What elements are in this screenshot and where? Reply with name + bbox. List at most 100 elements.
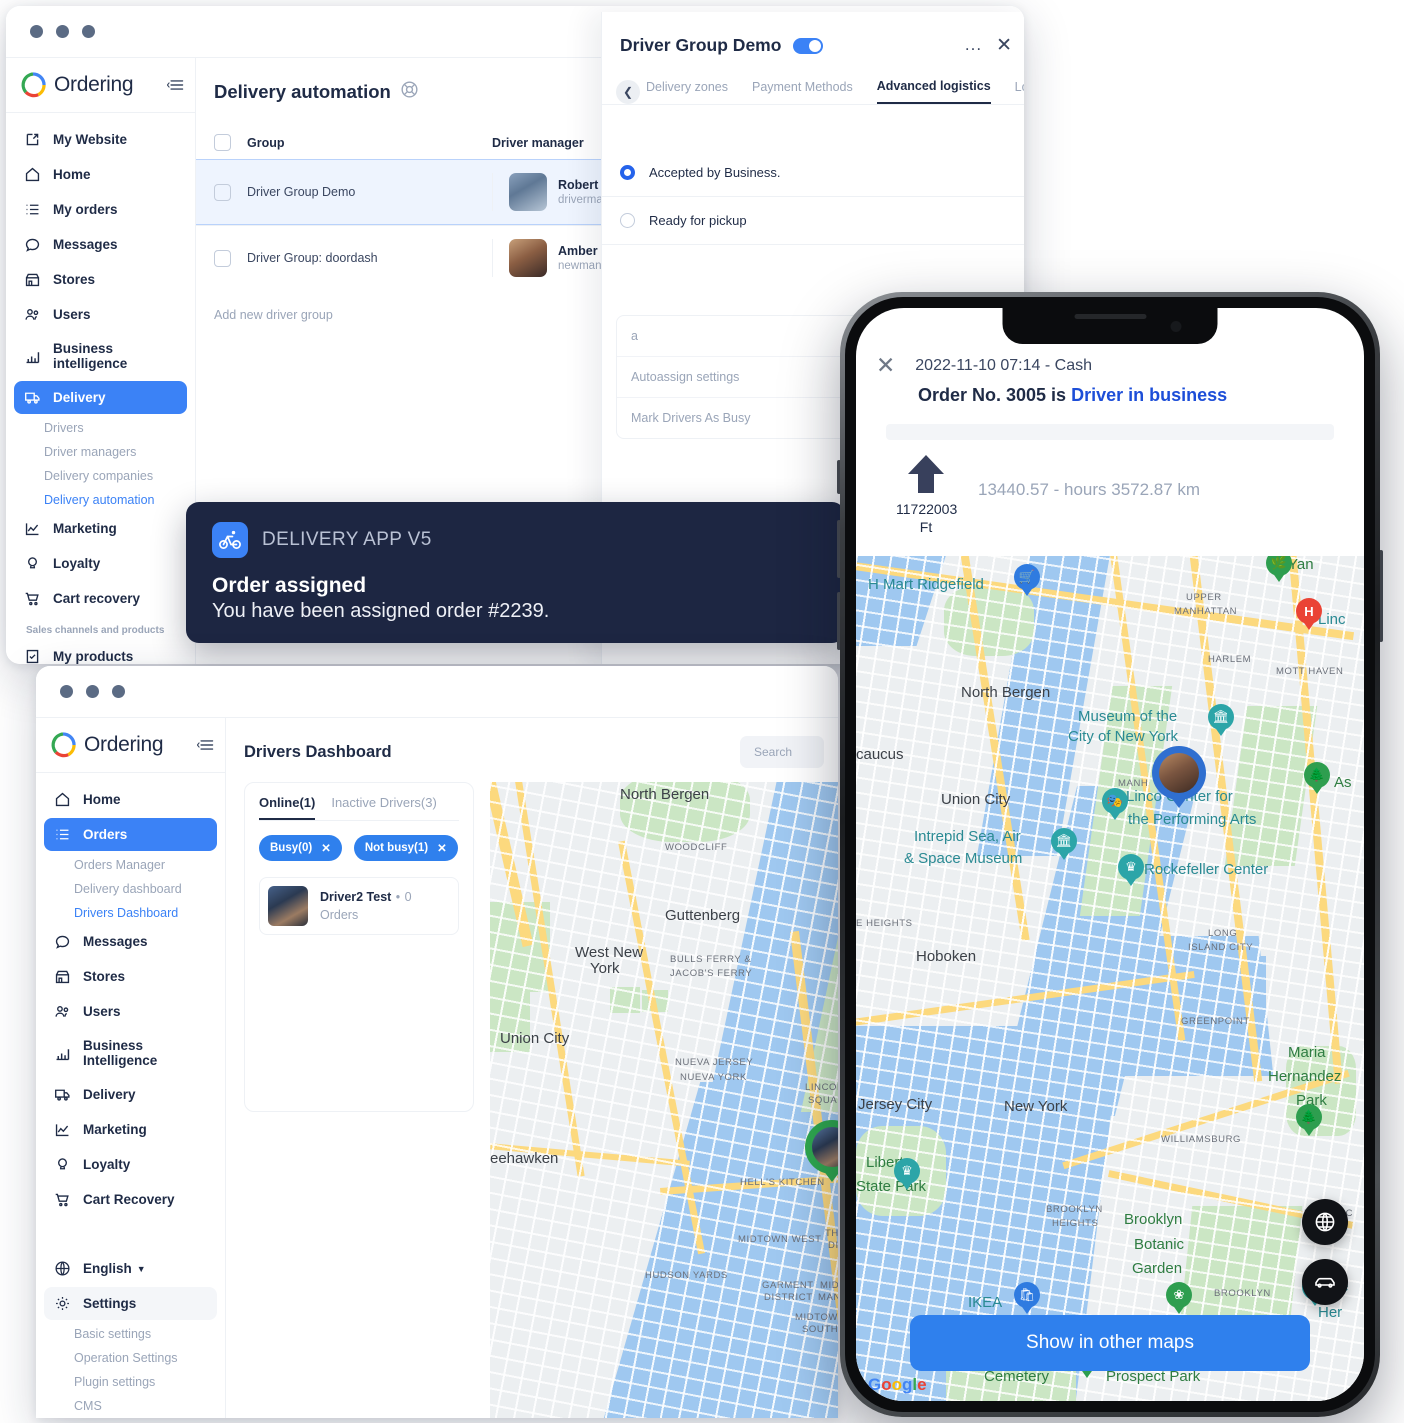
tab-logs[interactable]: Logs (1015, 80, 1024, 103)
sidebar-subitem-drivers-dashboard[interactable]: Drivers Dashboard (44, 901, 217, 925)
radio-selected-icon[interactable] (620, 165, 635, 180)
map-pin-botanic-garden[interactable]: ❀ (1166, 1282, 1192, 1316)
sidebar-subitem-delivery-companies[interactable]: Delivery companies (14, 464, 187, 488)
sidebar-item-my-website[interactable]: My Website (14, 123, 187, 156)
sidebar-collapse-icon[interactable] (167, 78, 185, 92)
window-dot-3[interactable] (82, 25, 95, 38)
sidebar-item-orders[interactable]: Orders (44, 818, 217, 851)
sidebar-subitem-drivers[interactable]: Drivers (14, 416, 187, 440)
settings-subitem-basic[interactable]: Basic settings (44, 1322, 217, 1346)
tab-online[interactable]: Online(1) (259, 795, 316, 820)
radio-unselected-icon[interactable] (620, 213, 635, 228)
order-detail-header: ✕ 2022-11-10 07:14 - Cash Order No. 3005… (856, 308, 1364, 551)
map-label: North Bergen (620, 786, 710, 803)
driver-location-pin[interactable] (1152, 746, 1206, 814)
panel-enable-toggle[interactable] (793, 37, 824, 54)
sidebar-item-business-intelligence[interactable]: Business intelligence (14, 333, 187, 379)
settings-subitem-operation[interactable]: Operation Settings (44, 1346, 217, 1370)
phone-bezel: ✕ 2022-11-10 07:14 - Cash Order No. 3005… (845, 297, 1375, 1412)
sidebar-item-stores[interactable]: Stores (14, 263, 187, 296)
map-pin-yankee[interactable]: 🌿 (1266, 556, 1292, 584)
sidebar-subitem-orders-manager[interactable]: Orders Manager (44, 853, 217, 877)
tab-advanced-logistics[interactable]: Advanced logistics (876, 79, 991, 104)
map-label: HUDSON YARDS (645, 1270, 728, 1281)
map-label: SQUARE (808, 1095, 838, 1106)
tab-delivery-zones[interactable]: Delivery zones (646, 80, 728, 103)
sidebar-item-loyalty[interactable]: Loyalty (14, 547, 187, 580)
phone-notch (1002, 308, 1218, 344)
sidebar-item-marketing[interactable]: Marketing (14, 512, 187, 545)
close-icon[interactable]: ✕ (437, 841, 447, 855)
tabs-back-icon[interactable]: ❮ (616, 79, 640, 104)
chip-not-busy[interactable]: Not busy(1) ✕ (353, 835, 458, 861)
sidebar-item-my-orders[interactable]: My orders (14, 193, 187, 226)
sidebar-item-delivery[interactable]: Delivery (14, 381, 187, 414)
window-dot-1[interactable] (30, 25, 43, 38)
sidebar-item-settings[interactable]: Settings (44, 1287, 217, 1320)
row-checkbox[interactable] (214, 183, 231, 201)
map-action-buttons (1302, 1199, 1348, 1305)
option-accepted-by-business[interactable]: Accepted by Business. (602, 149, 1024, 197)
map-label: York (590, 960, 620, 977)
settings-subitem-plugin[interactable]: Plugin settings (44, 1370, 217, 1394)
sidebar-item-users[interactable]: Users (44, 995, 217, 1028)
sidebar-subitem-driver-managers[interactable]: Driver managers (14, 440, 187, 464)
window-dot-3[interactable] (112, 685, 125, 698)
panel-tabs: ❮ Delivery zones Payment Methods Advance… (602, 57, 1024, 105)
map-pin-museum-city-ny[interactable]: 🏛 (1208, 704, 1234, 738)
map-label: ISLAND CITY (1188, 942, 1254, 953)
sidebar-item-home[interactable]: Home (44, 783, 217, 816)
option-ready-for-pickup[interactable]: Ready for pickup (602, 197, 1024, 245)
order-tracking-map[interactable]: H Mart Ridgefield UPPER MANHATTAN Linc Yan HA… (856, 556, 1364, 1401)
map-pin-hospital[interactable]: H (1296, 598, 1322, 632)
sidebar-item-loyalty[interactable]: Loyalty (44, 1148, 217, 1181)
sidebar-subitem-delivery-dashboard[interactable]: Delivery dashboard (44, 877, 217, 901)
driver-location-pin[interactable] (805, 1120, 838, 1188)
select-all-checkbox[interactable] (214, 134, 231, 151)
sidebar-item-cart-recovery[interactable]: Cart Recovery (44, 1183, 217, 1216)
map-label: WOODCLIFF (665, 842, 728, 853)
sidebar-item-home[interactable]: Home (14, 158, 187, 191)
tab-inactive-drivers[interactable]: Inactive Drivers(3) (331, 795, 436, 820)
sidebar-collapse-icon[interactable] (197, 738, 215, 752)
search-input[interactable]: Search (740, 736, 824, 768)
more-options-icon[interactable]: ... (965, 36, 982, 53)
sidebar-item-stores[interactable]: Stores (44, 960, 217, 993)
window-dot-2[interactable] (56, 25, 69, 38)
close-icon[interactable]: ✕ (876, 354, 895, 377)
settings-row-left: a (631, 329, 638, 343)
row-checkbox[interactable] (214, 249, 231, 267)
sidebar-item-my-products[interactable]: My products (14, 640, 187, 664)
sidebar-item-messages[interactable]: Messages (44, 925, 217, 958)
push-notification-toast[interactable]: DELIVERY APP V5 Order assigned You have … (186, 502, 845, 643)
tab-payment-methods[interactable]: Payment Methods (752, 80, 853, 103)
car-icon[interactable] (1302, 1259, 1348, 1305)
map-pin-statue-liberty[interactable]: ♛ (894, 1158, 920, 1192)
sidebar-subitem-delivery-automation[interactable]: Delivery automation (14, 488, 187, 512)
show-in-other-maps-button[interactable]: Show in other maps (910, 1315, 1310, 1371)
drivers-map[interactable]: North Bergen WOODCLIFF Guttenberg West New Y… (490, 782, 838, 1418)
map-pin-rockefeller[interactable]: ♛ (1118, 854, 1144, 888)
close-icon[interactable]: ✕ (321, 841, 331, 855)
map-pin-lincoln-center[interactable]: 🎭 (1102, 788, 1128, 822)
map-pin-intrepid[interactable]: 🏛 (1051, 828, 1077, 862)
sidebar-item-delivery[interactable]: Delivery (44, 1078, 217, 1111)
sidebar-item-marketing[interactable]: Marketing (44, 1113, 217, 1146)
lifebuoy-icon[interactable] (400, 80, 419, 104)
language-selector[interactable]: English ▼ (44, 1252, 217, 1285)
settings-subitem-cms[interactable]: CMS (44, 1394, 217, 1418)
list-item[interactable]: Driver2 Test • 0 Orders (259, 877, 459, 935)
sidebar-item-messages[interactable]: Messages (14, 228, 187, 261)
globe-icon[interactable] (1302, 1199, 1348, 1245)
map-pin-maria-hernandez[interactable]: 🌲 (1296, 1104, 1322, 1138)
window-dot-1[interactable] (60, 685, 73, 698)
sidebar-item-business-intelligence[interactable]: Business Intelligence (44, 1030, 217, 1076)
map-pin-park-green[interactable]: 🌲 (1304, 762, 1330, 796)
chip-busy[interactable]: Busy(0) ✕ (259, 835, 342, 861)
map-pin-ikea[interactable]: 🛍 (1014, 1282, 1040, 1316)
map-pin-hmart[interactable]: 🛒 (1014, 564, 1040, 598)
close-icon[interactable]: ✕ (996, 34, 1012, 57)
sidebar-item-cart-recovery[interactable]: Cart recovery (14, 582, 187, 615)
window-dot-2[interactable] (86, 685, 99, 698)
sidebar-item-users[interactable]: Users (14, 298, 187, 331)
